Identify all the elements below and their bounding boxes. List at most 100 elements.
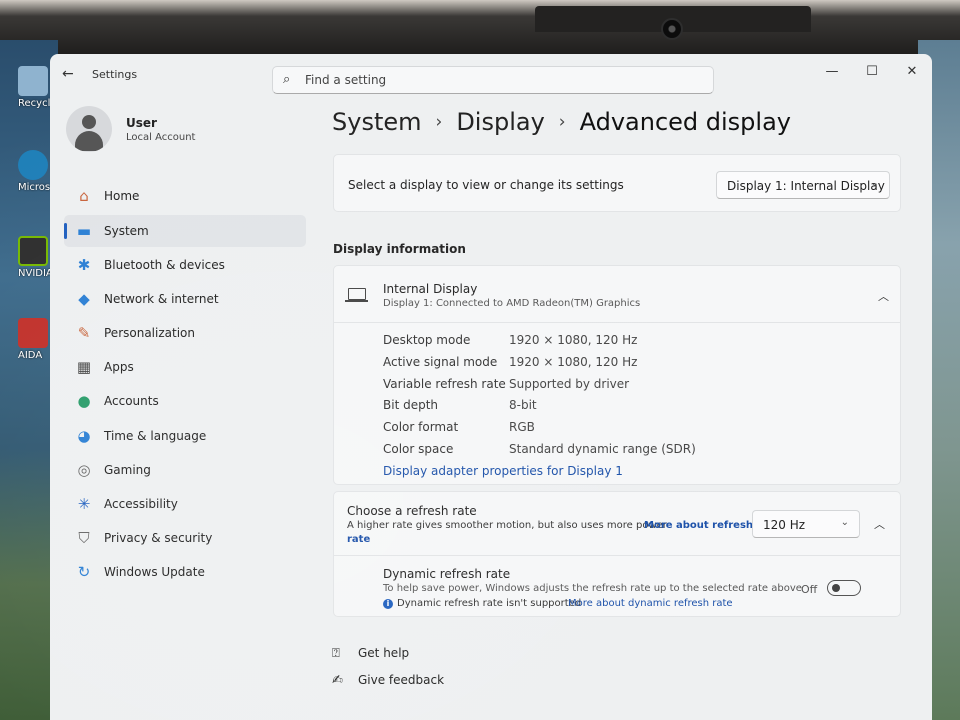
webcam-icon <box>661 18 683 40</box>
desktop-icon-aida[interactable]: AIDA <box>18 318 52 361</box>
breadcrumb: System › Display › Advanced display <box>332 108 791 136</box>
dynamic-refresh-link[interactable]: More about dynamic refresh rate <box>568 598 733 609</box>
breadcrumb-separator-icon: › <box>435 112 443 132</box>
chevron-up-icon[interactable]: ︿ <box>878 288 889 304</box>
chevron-up-icon[interactable]: ︿ <box>874 516 885 532</box>
give-feedback-link[interactable]: ✍ Give feedback <box>332 673 444 688</box>
info-key-desktop-mode: Desktop mode <box>383 333 471 347</box>
display-connection: Display 1: Connected to AMD Radeon(TM) G… <box>383 298 641 309</box>
nvidia-icon <box>18 236 48 266</box>
section-heading: Display information <box>333 242 466 256</box>
breadcrumb-system[interactable]: System <box>332 108 422 136</box>
display-dropdown-value: Display 1: Internal Display <box>727 179 885 193</box>
globe-icon: ◕ <box>77 427 91 445</box>
desktop-icon-recycle[interactable]: Recycle <box>18 66 52 109</box>
refresh-rate-value: 120 Hz <box>763 518 806 532</box>
display-info-card: Internal Display Display 1: Connected to… <box>333 265 901 485</box>
refresh-rate-desc: A higher rate gives smoother motion, but… <box>347 520 667 531</box>
dynamic-refresh-toggle[interactable] <box>827 580 861 596</box>
laptop-icon <box>345 288 368 302</box>
desktop-icon-nvidia[interactable]: NVIDIA <box>18 236 52 279</box>
sidebar-item-label: System <box>104 224 149 238</box>
breadcrumb-separator-icon: › <box>558 112 566 132</box>
desktop-icon-label: NVIDIA <box>18 268 52 279</box>
desktop-icon-label: Recycle <box>18 98 52 109</box>
active-indicator <box>64 223 67 239</box>
sidebar-item-label: Home <box>104 189 140 203</box>
search-box[interactable]: ⌕ <box>272 66 714 94</box>
info-key-color-space: Color space <box>383 442 454 456</box>
laptop-bezel <box>0 0 960 54</box>
info-key-vrr: Variable refresh rate <box>383 377 506 391</box>
info-key-color-format: Color format <box>383 420 459 434</box>
info-value-vrr: Supported by driver <box>509 377 630 391</box>
adapter-properties-link[interactable]: Display adapter properties for Display 1 <box>383 464 623 478</box>
back-arrow-icon[interactable]: ← <box>62 66 74 82</box>
info-value-active-signal: 1920 × 1080, 120 Hz <box>509 355 638 369</box>
chevron-down-icon: ⌄ <box>870 178 879 189</box>
sidebar-item-privacy[interactable]: ⛉ Privacy & security <box>64 522 306 554</box>
minimize-icon[interactable]: — <box>822 64 842 79</box>
sidebar-item-personalization[interactable]: ✎ Personalization <box>64 317 306 349</box>
refresh-rate-dropdown[interactable]: 120 Hz ⌄ <box>752 510 860 538</box>
sidebar-item-label: Accessibility <box>104 497 178 511</box>
get-help-label: Get help <box>358 646 410 660</box>
sidebar-item-label: Windows Update <box>104 565 205 579</box>
refresh-rate-link-cont[interactable]: rate <box>347 534 370 545</box>
info-value-color-space: Standard dynamic range (SDR) <box>509 442 696 456</box>
info-key-bit-depth: Bit depth <box>383 398 439 412</box>
search-input[interactable] <box>305 71 685 89</box>
sidebar-item-gaming[interactable]: ◎ Gaming <box>64 454 306 486</box>
refresh-rate-header: Choose a refresh rate A higher rate give… <box>334 492 900 556</box>
help-icon: ⍰ <box>332 646 340 661</box>
sidebar-item-time-language[interactable]: ◕ Time & language <box>64 420 306 452</box>
dynamic-refresh-note-text: Dynamic refresh rate isn't supported <box>397 598 582 609</box>
accounts-icon: ● <box>77 392 91 410</box>
info-key-active-signal: Active signal mode <box>383 355 498 369</box>
refresh-rate-link[interactable]: More about refresh <box>644 520 753 531</box>
sidebar-item-home[interactable]: ⌂ Home <box>64 180 306 212</box>
sidebar-item-bluetooth[interactable]: ✱ Bluetooth & devices <box>64 249 306 281</box>
brush-icon: ✎ <box>77 324 91 342</box>
update-icon: ↻ <box>77 563 91 581</box>
sidebar-item-label: Privacy & security <box>104 531 213 545</box>
get-help-link[interactable]: ⍰ Get help <box>332 646 409 661</box>
dynamic-refresh-note: i Dynamic refresh rate isn't supported <box>383 598 581 609</box>
display-select-label: Select a display to view or change its s… <box>348 178 624 192</box>
sidebar-item-label: Network & internet <box>104 292 219 306</box>
settings-window: ← Settings ⌕ — ☐ ✕ User Local Account ⌂ … <box>50 54 932 720</box>
display-info-header[interactable]: Internal Display Display 1: Connected to… <box>334 266 900 323</box>
close-icon[interactable]: ✕ <box>902 64 922 79</box>
give-feedback-label: Give feedback <box>358 673 445 687</box>
sidebar-item-windows-update[interactable]: ↻ Windows Update <box>64 556 306 588</box>
breadcrumb-display[interactable]: Display <box>456 108 544 136</box>
page-title: Advanced display <box>579 108 791 136</box>
display-name: Internal Display <box>383 282 478 296</box>
toggle-state-label: Off <box>801 583 818 596</box>
info-value-color-format: RGB <box>509 420 535 434</box>
title-bar: ← Settings ⌕ — ☐ ✕ <box>50 54 932 94</box>
dynamic-refresh-desc: To help save power, Windows adjusts the … <box>383 583 802 594</box>
sidebar-item-label: Bluetooth & devices <box>104 258 225 272</box>
apps-icon: ▦ <box>76 358 92 376</box>
desktop-icon-edge[interactable]: Micros Edge <box>18 150 52 193</box>
user-account-type: Local Account <box>126 132 196 143</box>
maximize-icon[interactable]: ☐ <box>862 64 882 79</box>
sidebar-item-network[interactable]: ◆ Network & internet <box>64 283 306 315</box>
display-dropdown[interactable]: Display 1: Internal Display ⌄ <box>716 171 890 199</box>
desktop-icon-label: AIDA <box>18 350 43 361</box>
search-icon: ⌕ <box>283 72 291 87</box>
avatar[interactable] <box>66 106 112 152</box>
sidebar-item-accessibility[interactable]: ✳ Accessibility <box>64 488 306 520</box>
aida-icon <box>18 318 48 348</box>
refresh-rate-card: Choose a refresh rate A higher rate give… <box>333 491 901 617</box>
sidebar-item-accounts[interactable]: ● Accounts <box>64 385 306 417</box>
edge-icon <box>18 150 48 180</box>
feedback-icon: ✍ <box>332 673 343 688</box>
sidebar-item-system[interactable]: ▬ System <box>64 215 306 247</box>
chevron-down-icon: ⌄ <box>840 517 849 528</box>
dynamic-refresh-title: Dynamic refresh rate <box>383 567 511 581</box>
sidebar-item-apps[interactable]: ▦ Apps <box>64 351 306 383</box>
bluetooth-icon: ✱ <box>77 256 91 274</box>
network-icon: ◆ <box>78 290 90 308</box>
